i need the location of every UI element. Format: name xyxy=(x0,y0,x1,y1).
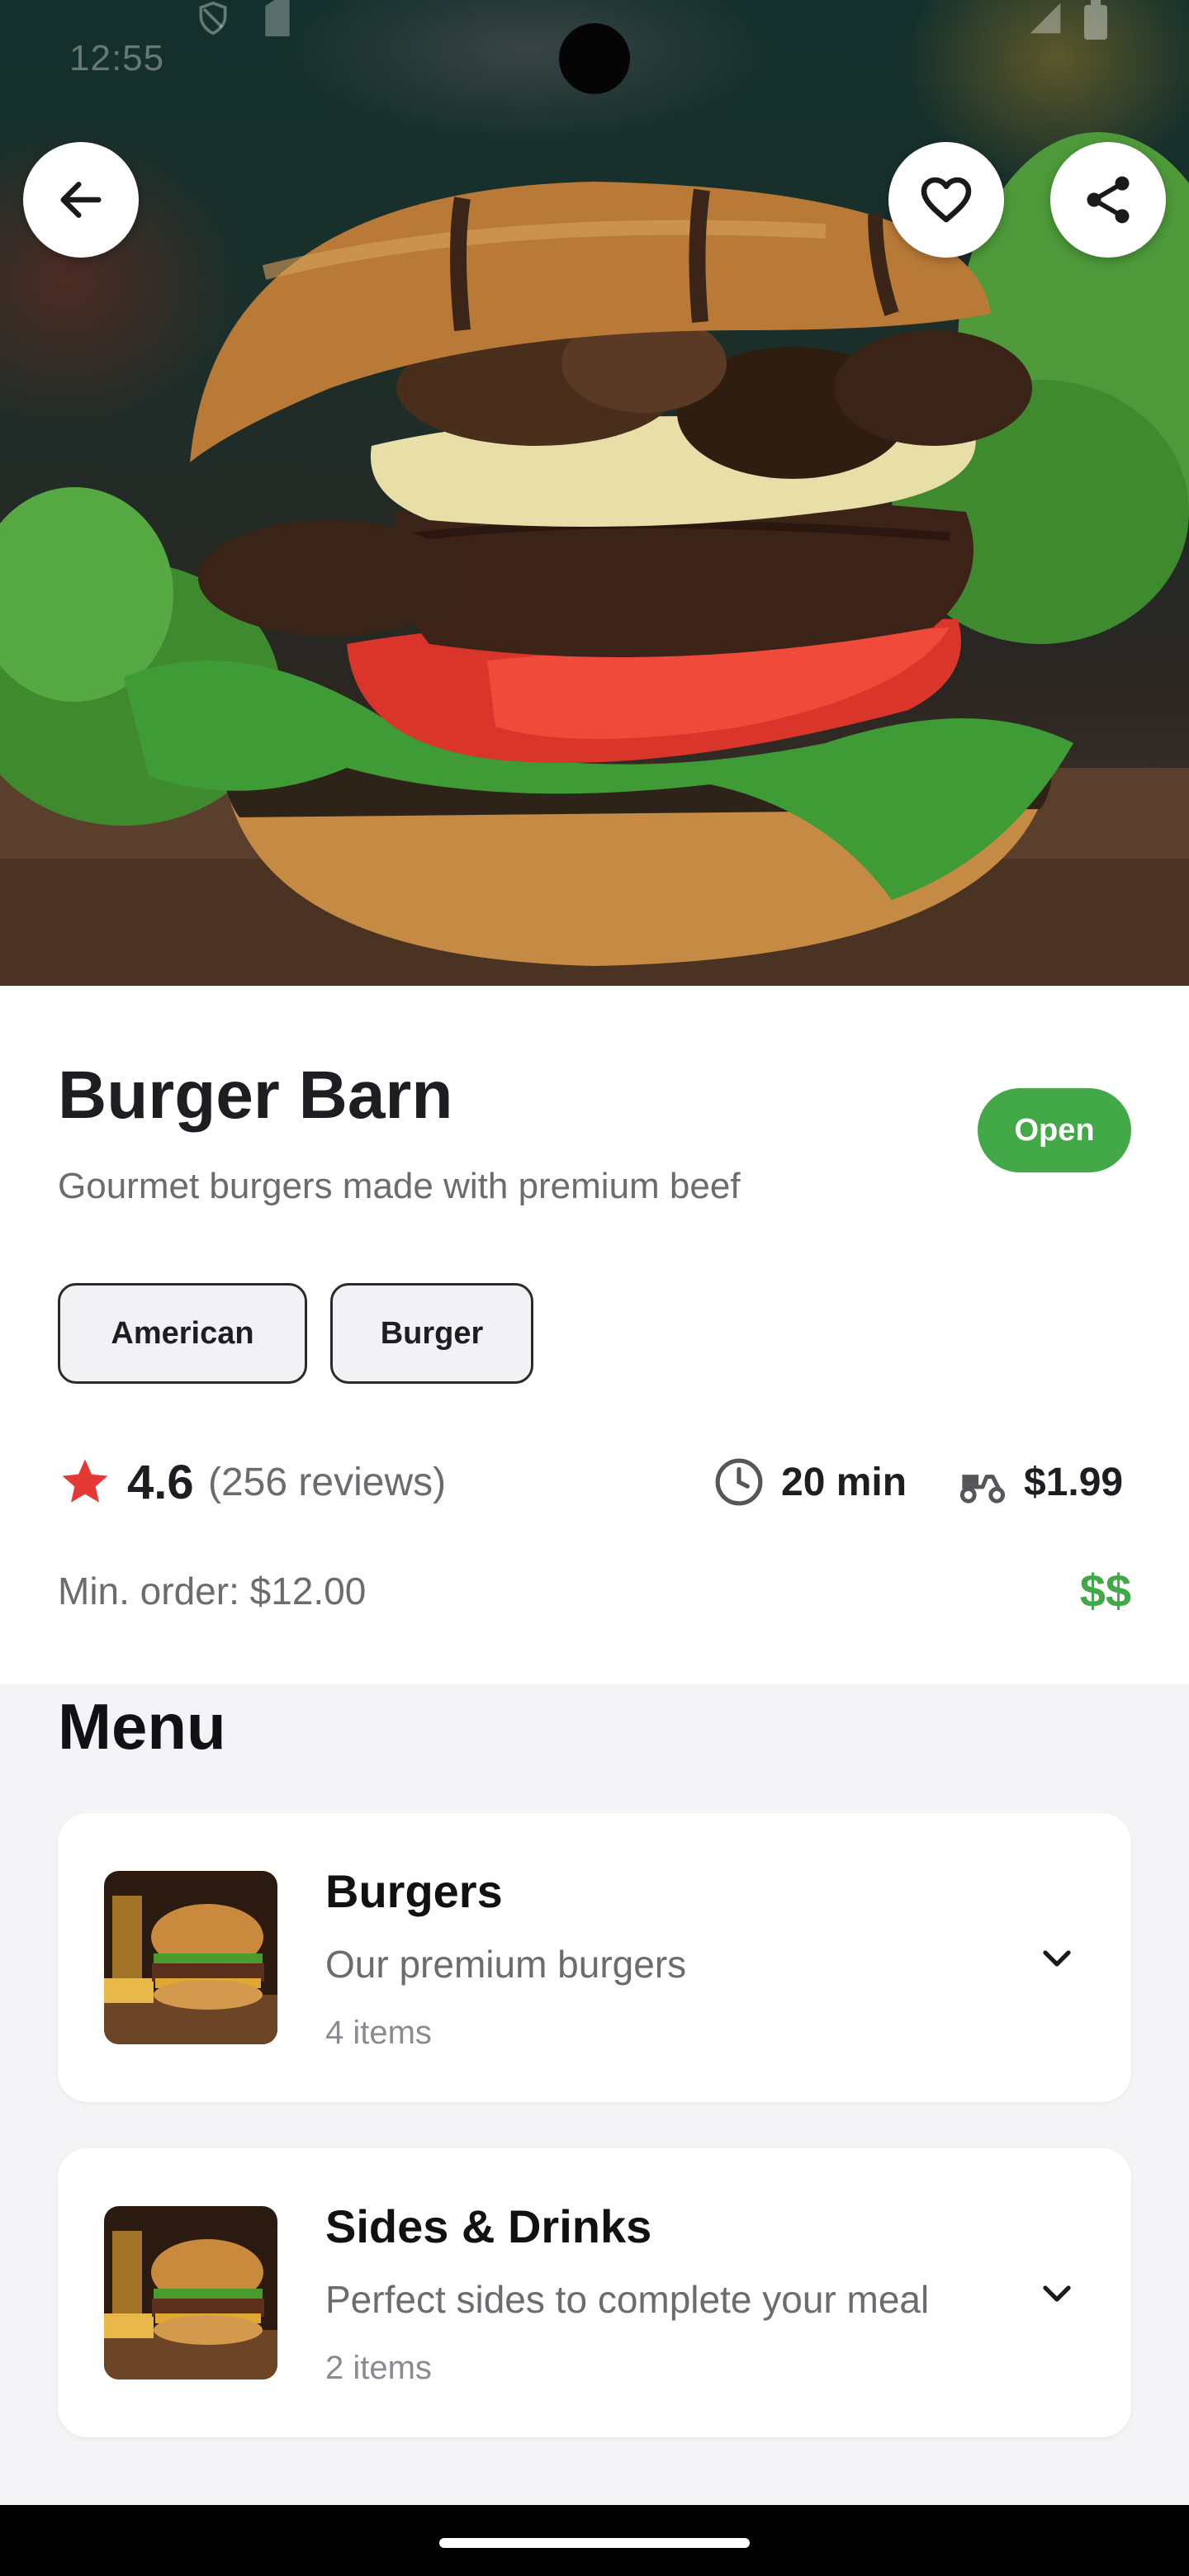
menu-category-sides-drinks[interactable]: Sides & Drinks Perfect sides to complete… xyxy=(58,2148,1131,2437)
chevron-down-icon xyxy=(1043,1950,1071,1967)
category-name: Burgers xyxy=(325,1865,503,1917)
arrow-left-icon xyxy=(60,182,102,218)
signal-icon xyxy=(1030,2,1061,34)
category-description: Our premium burgers xyxy=(325,1943,687,1986)
expand-button[interactable] xyxy=(1032,1933,1082,1982)
system-navigation-bar xyxy=(0,2505,1189,2576)
hero-image: 12:55 xyxy=(0,0,1189,986)
heart-outline-icon xyxy=(921,177,972,223)
chevron-down-icon xyxy=(1043,2285,1071,2302)
category-thumbnail xyxy=(104,2206,277,2379)
min-order: Min. order: $12.00 xyxy=(58,1570,367,1612)
delivery-fee: $1.99 xyxy=(1024,1461,1124,1504)
camera-cutout xyxy=(559,23,630,94)
status-time: 12:55 xyxy=(69,38,165,78)
tag-chip-american[interactable]: American xyxy=(58,1283,307,1384)
tag-chip-burger[interactable]: Burger xyxy=(330,1283,533,1384)
delivery-time: 20 min xyxy=(781,1461,907,1504)
sim-card-icon xyxy=(265,0,290,36)
category-name: Sides & Drinks xyxy=(325,2200,652,2252)
expand-button[interactable] xyxy=(1032,2268,1082,2318)
burger-illustration xyxy=(0,132,1189,986)
back-button[interactable] xyxy=(23,142,139,258)
restaurant-name: Burger Barn xyxy=(58,1058,453,1133)
status-bar: 12:55 xyxy=(0,0,1189,116)
menu-heading: Menu xyxy=(58,1690,226,1763)
category-item-count: 2 items xyxy=(325,2350,432,2386)
restaurant-detail-screen: 12:55 Burger Barn Gourmet burgers made w… xyxy=(0,0,1189,2576)
star-icon xyxy=(62,1459,108,1503)
delivery-scooter-icon xyxy=(959,1475,1006,1503)
favorite-button[interactable] xyxy=(888,142,1004,258)
status-badge: Open xyxy=(978,1088,1131,1172)
menu-category-burgers[interactable]: Burgers Our premium burgers 4 items xyxy=(58,1813,1131,2102)
battery-icon xyxy=(1084,0,1107,40)
restaurant-info-card: Burger Barn Gourmet burgers made with pr… xyxy=(0,986,1189,1684)
category-item-count: 4 items xyxy=(325,2015,432,2051)
restaurant-description: Gourmet burgers made with premium beef xyxy=(58,1166,741,1206)
price-level: $$ xyxy=(1079,1565,1131,1617)
share-button[interactable] xyxy=(1050,142,1166,258)
clock-icon xyxy=(715,1458,763,1506)
shield-icon xyxy=(199,1,227,36)
rating-value: 4.6 xyxy=(127,1456,194,1509)
category-description: Perfect sides to complete your meal xyxy=(325,2278,930,2321)
home-gesture-handle[interactable] xyxy=(439,2538,750,2548)
share-icon xyxy=(1087,176,1130,224)
category-thumbnail xyxy=(104,1871,277,2044)
review-count[interactable]: (256 reviews) xyxy=(208,1460,446,1505)
